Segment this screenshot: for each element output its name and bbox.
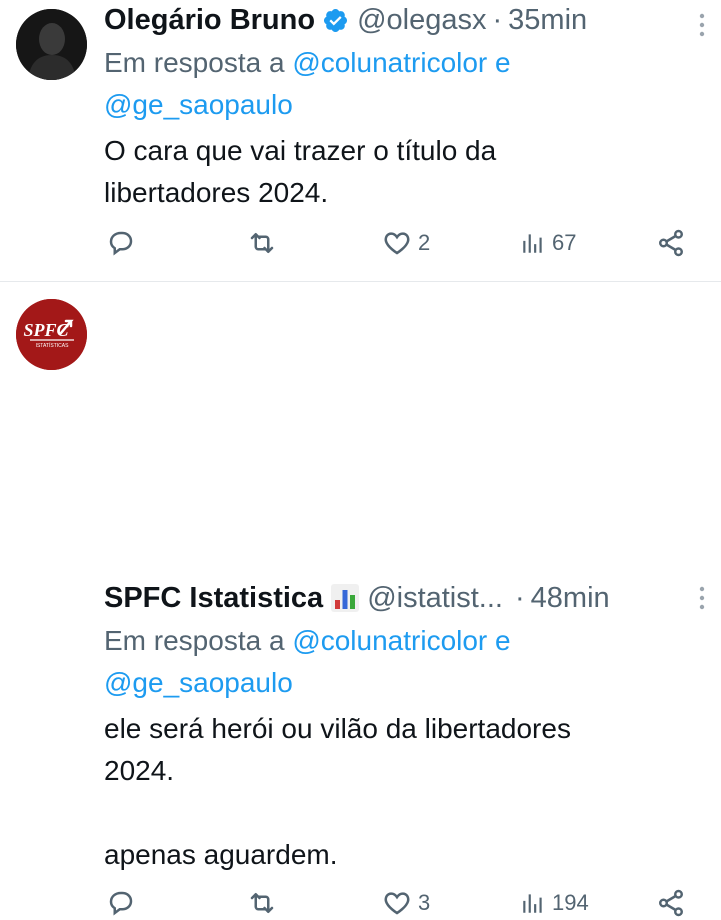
mention-join: e <box>495 47 511 78</box>
retweet-button[interactable] <box>246 228 278 258</box>
share-icon <box>656 888 686 918</box>
views-icon <box>520 229 546 257</box>
tweet[interactable]: SPFC ISTATÍSTICAS SPFC Istatistica @ista… <box>0 282 721 917</box>
views-icon <box>520 889 546 917</box>
like-button[interactable]: 2 <box>382 228 430 258</box>
share-icon <box>656 228 686 258</box>
share-button[interactable] <box>656 228 686 258</box>
mention-link[interactable]: @colunatricolor <box>292 625 487 656</box>
avatar[interactable]: SPFC ISTATÍSTICAS <box>16 299 87 370</box>
heart-icon <box>382 228 412 258</box>
tweet-text: ele será herói ou vilão da libertadores … <box>104 713 571 870</box>
author-handle[interactable]: @istatist... <box>367 582 503 615</box>
heart-icon <box>382 888 412 918</box>
timestamp[interactable]: 35min <box>508 4 587 37</box>
separator-dot: · <box>492 3 503 36</box>
retweet-icon <box>246 228 278 258</box>
author-name[interactable]: Olegário Bruno <box>104 4 315 37</box>
bar-chart-emoji-icon <box>331 584 360 612</box>
like-count: 3 <box>418 890 431 915</box>
author-name[interactable]: SPFC Istatistica <box>104 582 323 615</box>
reply-button[interactable] <box>106 888 136 918</box>
mention-join: e <box>495 625 511 656</box>
retweet-icon <box>246 888 278 918</box>
like-count: 2 <box>418 230 431 255</box>
tweet-header: Olegário Bruno @olegasx · 35min <box>104 0 707 40</box>
reply-icon <box>106 888 136 918</box>
avatar-logo-subtext: ISTATÍSTICAS <box>36 342 70 349</box>
more-vertical-icon[interactable] <box>697 12 707 43</box>
timestamp[interactable]: 48min <box>531 582 610 615</box>
verified-badge-icon <box>322 7 349 34</box>
tweet[interactable]: Olegário Bruno @olegasx · 35min Em respo… <box>0 0 721 282</box>
action-bar: 3 194 <box>104 886 689 920</box>
reply-prefix: Em resposta a <box>104 625 285 656</box>
mention-link[interactable]: @ge_saopaulo <box>104 667 293 698</box>
spfc-logo: SPFC ISTATÍSTICAS <box>16 299 87 370</box>
mention-link[interactable]: @ge_saopaulo <box>104 89 293 120</box>
views-button[interactable]: 67 <box>520 229 576 257</box>
reply-prefix: Em resposta a <box>104 47 285 78</box>
like-button[interactable]: 3 <box>382 888 430 918</box>
reply-icon <box>106 228 136 258</box>
avatar[interactable] <box>16 9 87 80</box>
views-count: 194 <box>552 890 589 915</box>
retweet-button[interactable] <box>246 888 278 918</box>
reply-button[interactable] <box>106 228 136 258</box>
views-button[interactable]: 194 <box>520 889 589 917</box>
action-bar: 2 67 <box>104 226 689 260</box>
more-vertical-icon[interactable] <box>697 585 707 616</box>
avatar-photo <box>16 9 87 80</box>
reply-context: Em resposta a @colunatricolor e @ge_saop… <box>104 42 707 126</box>
views-count: 67 <box>552 230 577 255</box>
tweet-text: O cara que vai trazer o título da libert… <box>104 135 497 208</box>
author-handle[interactable]: @olegasx <box>357 4 486 37</box>
separator-dot: · <box>514 581 525 614</box>
share-button[interactable] <box>656 888 686 918</box>
tweet-header: SPFC Istatistica @istatist... · 48min <box>104 578 707 618</box>
mention-link[interactable]: @colunatricolor <box>292 47 487 78</box>
reply-context: Em resposta a @colunatricolor e @ge_saop… <box>104 620 707 704</box>
